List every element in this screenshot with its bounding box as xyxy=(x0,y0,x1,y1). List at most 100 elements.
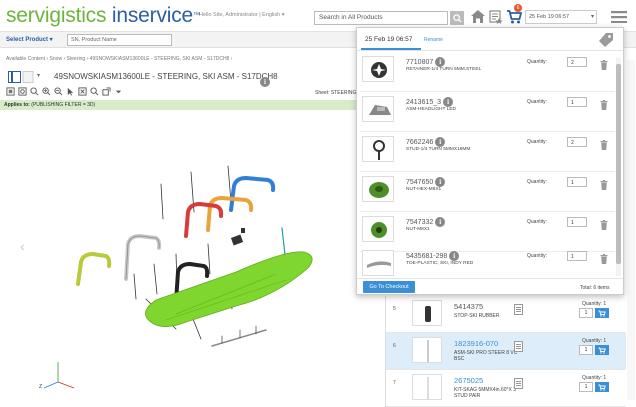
note-button[interactable] xyxy=(514,302,523,320)
quantity-label: Quantity: xyxy=(527,139,548,145)
cart-item-part-number: 2413615_3 i xyxy=(406,97,454,107)
parts-list-panel: 5 5414375 STOP-SKI RUBBER Quantity: 1 1 … xyxy=(385,296,626,407)
info-icon[interactable]: i xyxy=(435,57,446,67)
select-icon[interactable] xyxy=(66,87,75,96)
select-product-dropdown[interactable]: Select Product ▾ xyxy=(6,36,53,43)
info-icon[interactable]: i xyxy=(443,97,454,107)
part-image xyxy=(371,222,387,238)
remove-item-button[interactable] xyxy=(600,57,608,75)
cart-item-description: NUT-HEX-M8X1 xyxy=(406,187,442,192)
page-scrollbar[interactable] xyxy=(627,60,635,400)
note-button[interactable] xyxy=(514,339,523,357)
info-icon[interactable]: i xyxy=(435,177,446,187)
note-button[interactable] xyxy=(514,376,523,394)
remove-item-button[interactable] xyxy=(600,217,608,235)
remove-item-button[interactable] xyxy=(600,251,608,269)
applies-to-value: (PUBLISHING FILTER = 3D) xyxy=(29,102,96,108)
popup-footer-divider xyxy=(357,278,623,279)
part-number[interactable]: 5414375 xyxy=(454,302,483,311)
reset-view-icon[interactable] xyxy=(6,87,15,96)
cart-item-thumbnail[interactable] xyxy=(362,136,394,162)
cart-item-thumbnail[interactable] xyxy=(362,250,394,276)
cart-item-part-number: 7547650 i xyxy=(406,177,446,187)
menu-icon xyxy=(611,11,627,24)
remove-item-button[interactable] xyxy=(600,97,608,115)
part-thumbnail[interactable] xyxy=(412,374,442,400)
cart-add-icon xyxy=(598,384,606,391)
quantity-input[interactable]: 1 xyxy=(579,308,593,318)
document-view-button[interactable] xyxy=(8,70,34,88)
search-button[interactable] xyxy=(450,11,464,25)
quantity-input[interactable]: 1 xyxy=(567,177,587,187)
zoom-out-icon[interactable] xyxy=(54,87,63,96)
menu-button[interactable] xyxy=(611,10,627,28)
part-number[interactable]: 1823916-070 xyxy=(454,339,498,348)
quantity-input[interactable]: 1 xyxy=(567,251,587,261)
trash-icon xyxy=(600,180,608,190)
app-logo[interactable]: servigistics inservice™ xyxy=(6,4,200,28)
table-row[interactable]: 7 2675025 KIT-SKAG 5MMX4in.60°X 3 STUD P… xyxy=(386,370,626,407)
zoom-window-icon[interactable] xyxy=(30,87,39,96)
part-number[interactable]: 2675025 xyxy=(454,376,483,385)
quantity-input[interactable]: 1 xyxy=(567,217,587,227)
cart-tab[interactable]: 25 Feb 19 06:57 xyxy=(365,36,412,43)
info-icon[interactable]: i xyxy=(449,251,460,261)
table-row-selected[interactable]: 6 1823916-070 ASM-SKI PRO STEER 8 VC BSC… xyxy=(386,333,626,370)
cart-item-part-number: 7662246 i xyxy=(406,137,446,147)
quantity-input[interactable]: 2 xyxy=(567,137,587,147)
remove-item-button[interactable] xyxy=(600,137,608,155)
zoom-in-icon[interactable] xyxy=(42,87,51,96)
cart-item-description: ASM-HEADLIGHT LED xyxy=(406,107,457,112)
quantity-label: Quantity: 1 xyxy=(582,375,607,381)
quantity-label: Quantity: 1 xyxy=(582,338,607,344)
rename-cart-link[interactable]: Rename xyxy=(424,37,443,43)
document-info-button[interactable]: i xyxy=(260,71,270,89)
go-to-checkout-button[interactable]: Go To Checkout xyxy=(363,281,415,293)
cart-item-part-number: 7710807 i xyxy=(406,57,446,67)
more-tools-icon[interactable] xyxy=(114,87,123,96)
sheet-label[interactable]: Sheet: STEERING xyxy=(315,90,356,96)
fit-view-icon[interactable] xyxy=(18,87,27,96)
info-icon[interactable]: i xyxy=(435,137,446,147)
popup-header-divider xyxy=(357,50,623,51)
popup-scrollbar[interactable] xyxy=(616,58,621,276)
cart-item-thumbnail[interactable] xyxy=(362,176,394,202)
quantity-input[interactable]: 1 xyxy=(579,382,593,392)
popup-scrollbar-thumb[interactable] xyxy=(616,64,621,264)
cart-item-thumbnail[interactable] xyxy=(362,216,394,242)
search-input[interactable]: Search in All Products xyxy=(314,11,448,25)
previous-sheet-arrow[interactable]: ‹ xyxy=(20,238,25,254)
quantity-input[interactable]: 2 xyxy=(567,57,587,67)
add-to-cart-button[interactable] xyxy=(595,345,609,355)
add-to-cart-button[interactable] xyxy=(595,308,609,318)
cart-add-icon xyxy=(598,310,606,317)
quantity-label: Quantity: xyxy=(527,219,548,225)
part-thumbnail[interactable] xyxy=(412,337,442,363)
quantity-input[interactable]: 1 xyxy=(579,345,593,355)
product-search-input[interactable]: SN, Product Name xyxy=(67,34,172,46)
note-icon xyxy=(514,341,523,352)
logo-primary: servigistics xyxy=(6,4,107,27)
table-row[interactable]: 5 5414375 STOP-SKI RUBBER Quantity: 1 1 xyxy=(386,296,626,333)
add-to-cart-button[interactable] xyxy=(595,382,609,392)
remove-item-button[interactable] xyxy=(600,177,608,195)
highlight-icon[interactable] xyxy=(102,87,111,96)
hide-icon[interactable] xyxy=(90,87,99,96)
row-index: 7 xyxy=(393,380,396,386)
quantity-input[interactable]: 1 xyxy=(567,97,587,107)
cart-item-thumbnail[interactable] xyxy=(362,96,394,122)
tag-icon xyxy=(599,33,613,47)
cart-item-thumbnail[interactable] xyxy=(362,56,394,82)
info-icon[interactable]: i xyxy=(435,217,446,227)
user-greeting[interactable]: Hello Site, Administrator | English ▾ xyxy=(199,12,285,18)
isolate-icon[interactable] xyxy=(78,87,87,96)
breadcrumb[interactable]: Available Content › Snow › Steering › 49… xyxy=(6,56,232,62)
cart-item-part: 7662246 xyxy=(406,138,434,146)
home-button[interactable] xyxy=(470,9,486,29)
chevron-down-icon[interactable]: ▾ xyxy=(37,72,40,79)
part-thumbnail[interactable] xyxy=(412,300,442,326)
trash-icon xyxy=(600,100,608,110)
cart-count-badge: 6 xyxy=(514,4,522,12)
3d-viewer-canvas[interactable] xyxy=(36,124,386,404)
active-cart-select[interactable]: 25 Feb 19 06:57 ▾ xyxy=(525,10,597,24)
